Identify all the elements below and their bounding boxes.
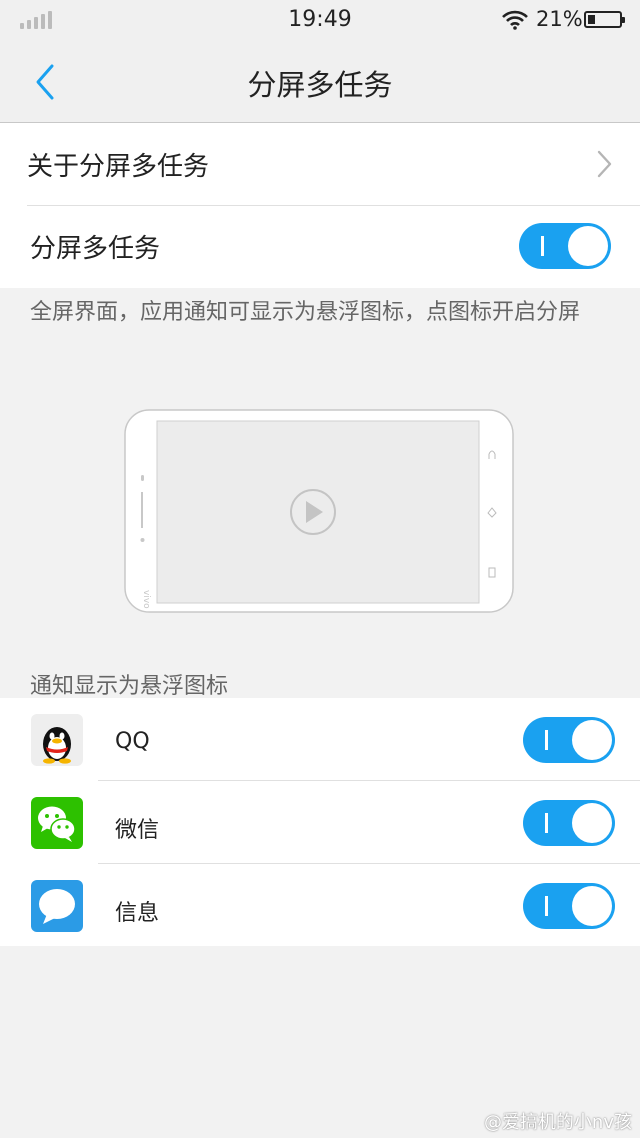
messages-icon — [31, 880, 83, 932]
toggle-wechat[interactable] — [523, 800, 615, 846]
description-text: 全屏界面，应用通知可显示为悬浮图标，点图标开启分屏 — [30, 300, 581, 325]
app-name-qq: QQ — [115, 729, 150, 754]
divider — [27, 205, 640, 206]
phone-illustration: vivo — [124, 409, 514, 613]
page-title: 分屏多任务 — [247, 68, 393, 102]
battery-percent: 21% — [536, 7, 583, 31]
status-bar: 19:49 21% — [0, 0, 640, 40]
split-screen-label: 分屏多任务 — [30, 234, 161, 264]
app-name-messages: 信息 — [115, 901, 160, 926]
app-name-wechat: 微信 — [115, 818, 160, 843]
about-label: 关于分屏多任务 — [27, 152, 210, 182]
toggle-messages[interactable] — [523, 883, 615, 929]
title-bar: 分屏多任务 — [0, 40, 640, 123]
battery-icon — [584, 11, 625, 28]
wechat-icon — [31, 797, 83, 849]
watermark: @爱搞机的小nv孩 — [483, 1112, 632, 1133]
svg-text:vivo: vivo — [141, 590, 151, 609]
wifi-icon — [502, 10, 528, 30]
chevron-right-icon — [597, 150, 612, 178]
qq-penguin-icon — [31, 714, 83, 766]
split-screen-toggle[interactable] — [519, 223, 611, 269]
section-title: 通知显示为悬浮图标 — [30, 674, 229, 699]
toggle-qq[interactable] — [523, 717, 615, 763]
